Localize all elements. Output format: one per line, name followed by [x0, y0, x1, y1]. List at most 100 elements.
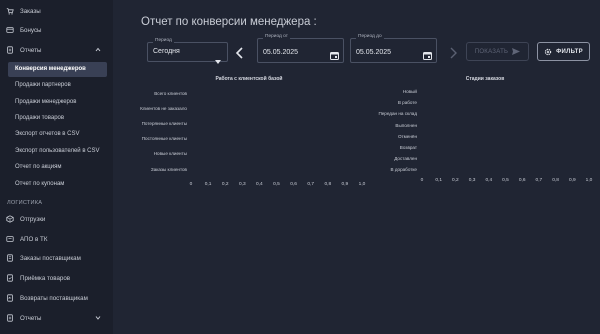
sidebar-item-label: Заказы поставщикам	[20, 254, 81, 262]
sidebar-item-supplier-returns[interactable]: Возвраты поставщикам	[0, 290, 113, 306]
category-label: Передан на склад	[378, 111, 417, 117]
sidebar-subitem-partner-sales[interactable]: Продажи партнеров	[15, 82, 71, 88]
category-label: Потерянные клиенты	[141, 121, 187, 127]
main-content: Отчет по конверсии менеджера : Период Се…	[113, 0, 600, 334]
sidebar-item-label: Возвраты поставщикам	[20, 294, 88, 302]
x-tick-label: 0,6	[518, 178, 526, 183]
x-tick-label: 0,4	[256, 182, 263, 187]
sidebar-item-label: Отчеты	[20, 46, 42, 54]
x-tick-label: 0,9	[341, 182, 349, 187]
bonus-icon	[6, 26, 14, 34]
category-label: Заказы клиентов	[150, 166, 187, 172]
sidebar-subitem-coupons-report[interactable]: Отчет по купонам	[15, 181, 64, 187]
category-label: Всего клиентов	[154, 91, 187, 96]
x-tick-label: 0,3	[238, 182, 246, 187]
sidebar-subitem-export-reports[interactable]: Экспорт отчетов в CSV	[15, 131, 80, 137]
sidebar-subitem-manager-sales[interactable]: Продажи менеджеров	[15, 99, 76, 105]
category-label: Доставлен	[394, 156, 417, 162]
category-label: В доработке	[390, 167, 418, 173]
page-title: Отчет по конверсии менеджера :	[141, 16, 317, 28]
period-from-label: Период от	[263, 34, 290, 39]
sidebar-item-label: Заказы	[20, 7, 41, 15]
x-tick-label: 0,7	[535, 178, 543, 183]
x-tick-label: 0,8	[552, 178, 559, 183]
category-label: Выполнен	[395, 122, 417, 128]
category-label: Отменён	[397, 133, 417, 139]
chart1-title: Работа с клиентской базой	[215, 76, 283, 82]
show-button-label: ПОКАЗАТЬ	[474, 48, 509, 55]
sidebar-item-label: Бонусы	[20, 26, 42, 34]
period-select[interactable]: Период Сегодня	[147, 38, 228, 64]
report-icon	[6, 314, 14, 322]
sidebar-item-bonuses[interactable]: Бонусы	[0, 22, 113, 38]
x-tick-label: 0,4	[485, 178, 493, 183]
x-tick-label: 1,0	[358, 182, 366, 187]
send-icon	[512, 48, 521, 55]
filter-button[interactable]: ФИЛЬТР	[537, 42, 590, 61]
truck-icon	[6, 235, 14, 243]
sidebar-subitem-promotions-report[interactable]: Отчет по акциям	[15, 164, 61, 170]
dropdown-arrow-icon	[215, 51, 221, 69]
category-label: Клиентов не заказало	[140, 106, 187, 112]
category-label: Постоянные клиенты	[141, 136, 187, 142]
shipment-icon	[6, 215, 14, 223]
category-label: В работе	[397, 100, 417, 106]
chevron-right-icon	[450, 47, 457, 59]
x-tick-label: 0,9	[568, 178, 576, 183]
sidebar: Заказы Бонусы Отчеты Конверсия менеджеро…	[0, 0, 113, 334]
period-to-field[interactable]: Период до 05.05.2025	[350, 34, 437, 63]
x-tick-label: 0	[420, 178, 424, 183]
sidebar-subitem-export-users[interactable]: Экспорт пользователей в CSV	[15, 148, 100, 154]
sidebar-subitem-product-sales[interactable]: Продажи товаров	[15, 115, 64, 121]
category-label: Новый	[402, 89, 417, 94]
next-period-button[interactable]	[448, 46, 458, 59]
x-tick-label: 0,6	[290, 182, 297, 187]
previous-period-button[interactable]	[235, 46, 245, 59]
x-tick-label: 0,1	[435, 178, 443, 183]
x-tick-label: 0	[189, 182, 193, 187]
gear-icon	[544, 48, 552, 55]
x-tick-label: 0,5	[502, 178, 509, 183]
chart2-title: Стадии заказов	[465, 76, 505, 82]
cart-icon	[6, 7, 14, 15]
period-to-label: Период до	[356, 34, 384, 39]
sidebar-item-label: Отгрузки	[20, 215, 46, 223]
report-icon	[6, 46, 14, 54]
sidebar-item-logistics-reports[interactable]: Отчеты	[0, 310, 113, 326]
chevron-down-icon	[95, 315, 101, 322]
section-label-logistics: ЛОГИСТИКА	[7, 200, 43, 206]
filter-button-label: ФИЛЬТР	[556, 48, 583, 55]
category-label: Возврат	[399, 145, 417, 150]
x-tick-label: 1,0	[585, 178, 593, 183]
show-button[interactable]: ПОКАЗАТЬ	[466, 42, 529, 61]
period-to-value: 05.05.2025	[356, 49, 392, 56]
return-icon	[6, 294, 14, 302]
sidebar-item-goods-receipt[interactable]: Приёмка товаров	[0, 270, 113, 286]
x-tick-label: 0,2	[452, 178, 459, 183]
x-tick-label: 0,5	[273, 182, 280, 187]
x-tick-label: 0,1	[204, 182, 212, 187]
x-tick-label: 0,7	[307, 182, 315, 187]
sidebar-item-supplier-orders[interactable]: Заказы поставщикам	[0, 250, 113, 266]
sidebar-item-reports[interactable]: Отчеты	[0, 42, 113, 58]
sidebar-subitem-manager-conversion[interactable]: Конверсия менеджеров	[15, 66, 86, 72]
sidebar-item-orders[interactable]: Заказы	[0, 3, 113, 19]
calendar-icon[interactable]	[423, 47, 432, 60]
period-from-field[interactable]: Период от 05.05.2025	[257, 34, 344, 63]
x-tick-label: 0,8	[324, 182, 332, 187]
period-label: Период	[153, 38, 174, 43]
sidebar-item-shipments[interactable]: Отгрузки	[0, 211, 113, 227]
period-from-value: 05.05.2025	[263, 49, 299, 56]
sidebar-item-label: АПО в ТК	[20, 235, 48, 243]
calendar-icon[interactable]	[330, 47, 339, 60]
sidebar-item-label: Отчеты	[20, 314, 42, 322]
x-tick-label: 0,3	[468, 178, 476, 183]
supplier-order-icon	[6, 254, 14, 262]
sidebar-item-label: Приёмка товаров	[20, 274, 71, 282]
receive-icon	[6, 274, 14, 282]
sidebar-item-apo[interactable]: АПО в ТК	[0, 231, 113, 247]
chevron-up-icon	[95, 47, 101, 54]
x-tick-label: 0,2	[221, 182, 229, 187]
chevron-left-icon	[235, 47, 243, 59]
category-label: Новые клиенты	[153, 151, 187, 157]
